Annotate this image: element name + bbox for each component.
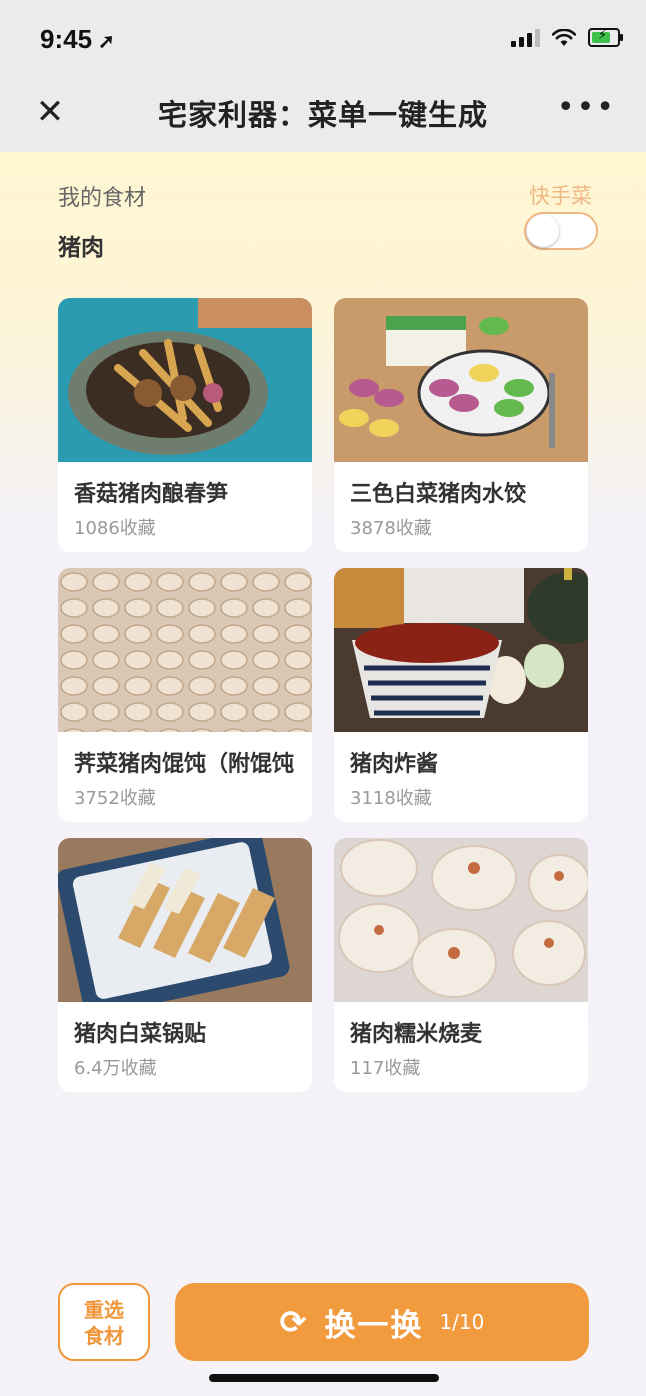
recipe-photo (58, 838, 312, 1017)
recipe-name: 猪肉白菜锅贴 (74, 1022, 207, 1047)
recipe-card[interactable]: 猪肉白菜锅贴 6.4万收藏 (58, 838, 312, 1092)
recipe-photo (58, 298, 312, 462)
wifi-icon (552, 28, 576, 46)
swap-count: 1/10 (439, 1310, 485, 1334)
recipe-card[interactable]: 荠菜猪肉馄饨（附馄饨 3752收藏 (58, 568, 312, 822)
recipe-name: 香菇猪肉酿春笋 (74, 482, 229, 507)
quick-dish-label: 快手菜 (529, 184, 592, 208)
recipe-favorites: 1086收藏 (74, 518, 156, 539)
recipe-card[interactable]: 三色白菜猪肉水饺 3878收藏 (334, 298, 588, 552)
recipe-photo (58, 568, 312, 732)
recipe-photo (334, 298, 588, 462)
ingredient-value[interactable]: 猪肉 (58, 228, 104, 262)
status-time-text: 9:45 (40, 24, 93, 54)
recipe-favorites: 6.4万收藏 (74, 1058, 157, 1079)
home-indicator (209, 1374, 439, 1382)
signal-icon (511, 28, 540, 47)
reselect-ingredients-button[interactable]: 重选 食材 (58, 1283, 150, 1361)
recipe-name: 荠菜猪肉馄饨（附馄饨 (74, 752, 295, 777)
swap-button[interactable]: ⟳ 换一换 1/10 (175, 1283, 589, 1361)
recipe-name: 猪肉炸酱 (350, 752, 439, 777)
more-icon[interactable]: ••• (557, 90, 616, 125)
recipe-name: 三色白菜猪肉水饺 (350, 482, 527, 507)
nav-bar: ✕ 宅家利器：菜单一键生成 ••• (0, 80, 646, 152)
swap-label: 换一换 (324, 1307, 424, 1344)
ingredient-label: 我的食材 (58, 186, 147, 211)
recipe-favorites: 3118收藏 (350, 788, 432, 809)
recipe-photo (334, 838, 588, 1002)
status-icons: ⚡ (511, 28, 623, 47)
refresh-icon: ⟳ (279, 1303, 307, 1341)
main-content: 我的食材 猪肉 快手菜 香菇猪肉酿春笋 1086收藏 三色白菜猪肉水饺 3878… (0, 152, 646, 1396)
recipe-name: 猪肉糯米烧麦 (350, 1022, 483, 1047)
battery-icon: ⚡ (588, 28, 623, 47)
recipe-favorites: 3752收藏 (74, 788, 156, 809)
recipe-favorites: 117收藏 (350, 1058, 421, 1079)
toggle-knob (527, 215, 559, 247)
recipe-favorites: 3878收藏 (350, 518, 432, 539)
recipe-card[interactable]: 猪肉糯米烧麦 117收藏 (334, 838, 588, 1092)
status-time: 9:45 ➚ (40, 24, 115, 55)
reselect-line1: 重选 (84, 1298, 124, 1322)
page-title: 宅家利器：菜单一键生成 (157, 98, 488, 132)
recipe-photo (334, 568, 588, 732)
status-bar: 9:45 ➚ ⚡ (0, 0, 646, 80)
recipe-card[interactable]: 猪肉炸酱 3118收藏 (334, 568, 588, 822)
recipe-card[interactable]: 香菇猪肉酿春笋 1086收藏 (58, 298, 312, 552)
quick-dish-toggle[interactable] (524, 212, 598, 250)
location-arrow-icon: ➚ (98, 31, 115, 53)
reselect-line2: 食材 (84, 1324, 124, 1348)
